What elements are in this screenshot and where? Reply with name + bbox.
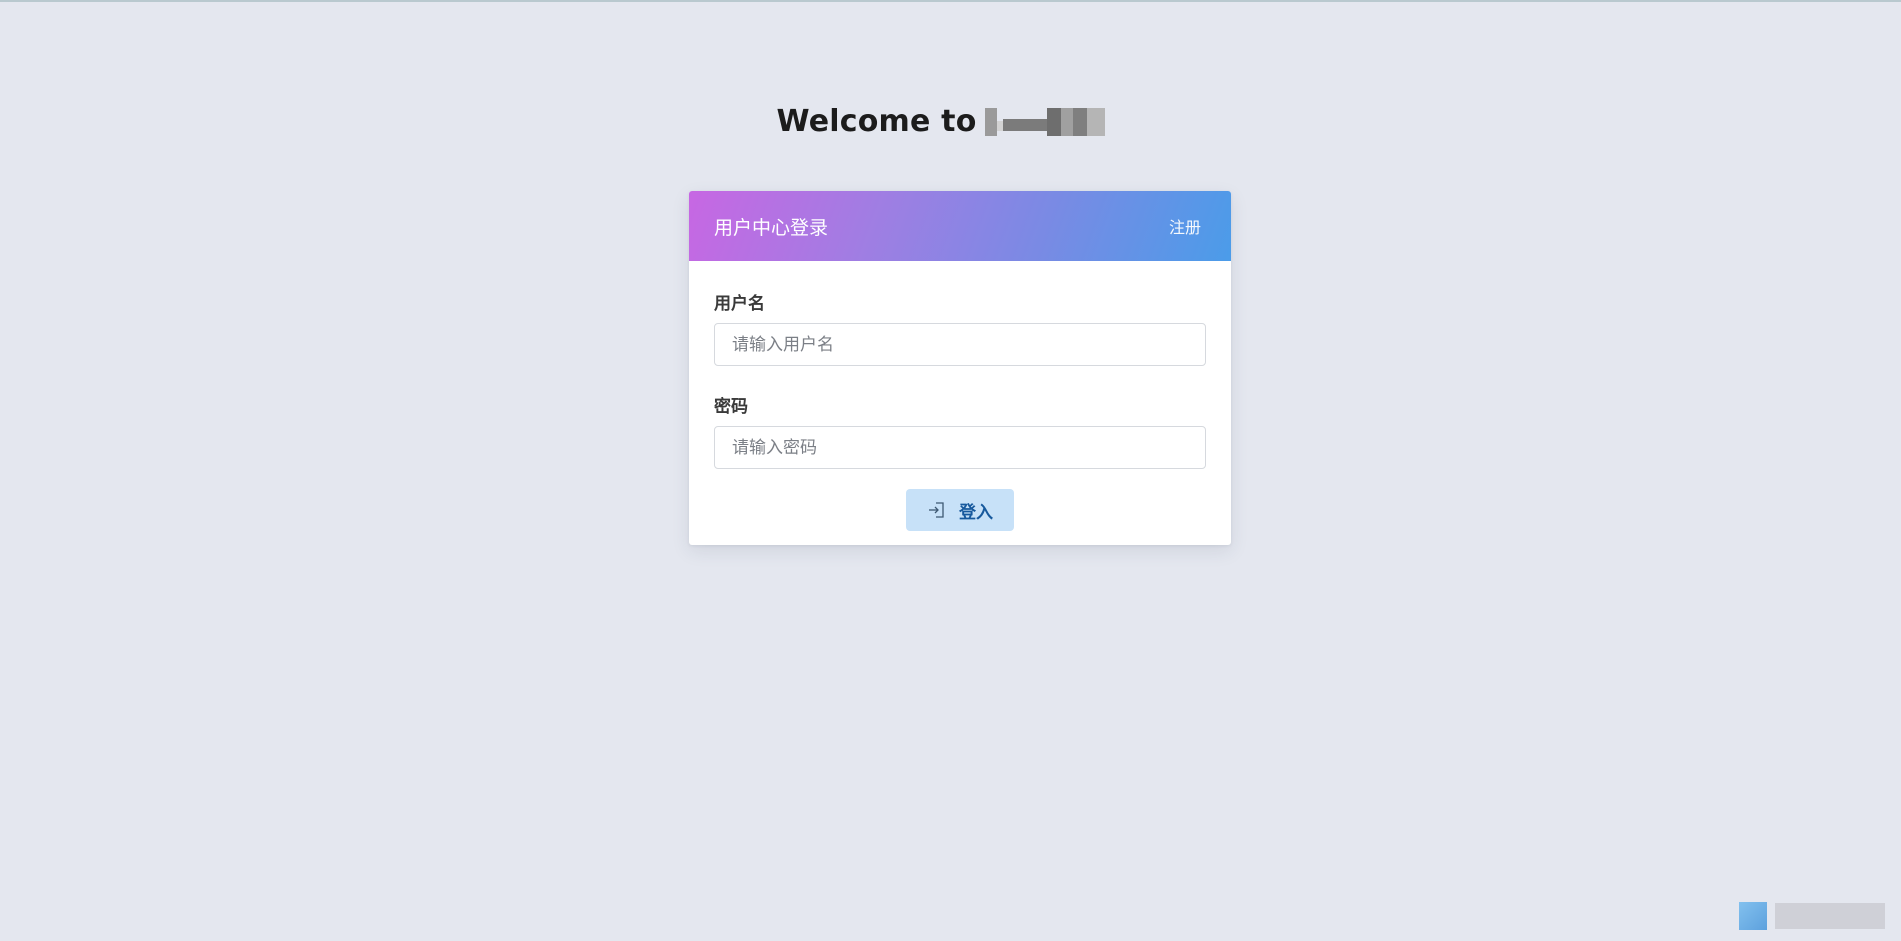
password-input[interactable] xyxy=(714,426,1206,469)
login-form: 用户名 密码 登入 xyxy=(689,261,1231,531)
login-card-header: 用户中心登录 注册 xyxy=(689,191,1231,261)
top-border-line xyxy=(0,0,1901,2)
brand-logo-redacted xyxy=(984,107,1125,137)
welcome-text: Welcome to xyxy=(776,104,977,139)
corner-logo-redacted xyxy=(1739,901,1887,931)
login-button-label: 登入 xyxy=(959,502,993,523)
login-card: 用户中心登录 注册 用户名 密码 登入 xyxy=(689,191,1231,545)
page-title: Welcome to xyxy=(776,104,1124,139)
form-actions: 登入 xyxy=(714,489,1206,531)
register-link[interactable]: 注册 xyxy=(1169,214,1201,238)
corner-logo-mark xyxy=(1739,902,1767,930)
password-field-group: 密码 xyxy=(714,392,1206,469)
username-label: 用户名 xyxy=(714,294,765,314)
username-field-group: 用户名 xyxy=(714,289,1206,366)
password-label: 密码 xyxy=(714,397,748,417)
sign-in-icon xyxy=(927,500,947,520)
corner-logo-text-redacted xyxy=(1775,903,1885,929)
username-input[interactable] xyxy=(714,323,1206,366)
login-button[interactable]: 登入 xyxy=(906,489,1014,531)
login-card-title: 用户中心登录 xyxy=(714,216,829,239)
page-title-row: Welcome to xyxy=(0,104,1901,144)
